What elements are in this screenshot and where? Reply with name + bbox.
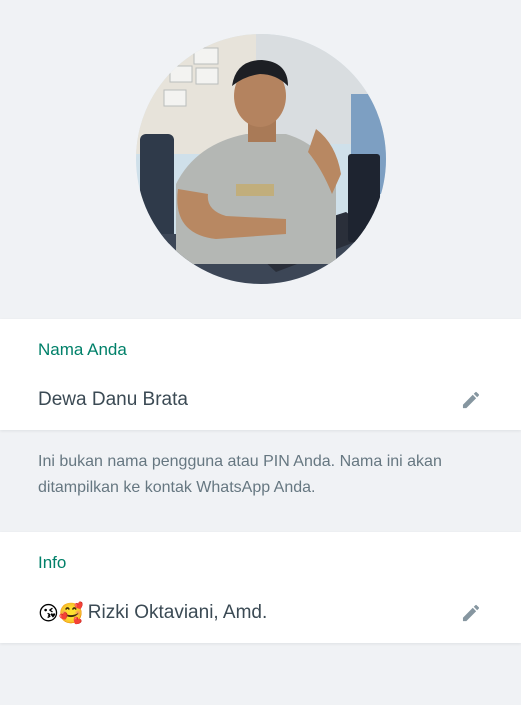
info-value: Rizki Oktaviani, Amd. [87, 602, 268, 623]
info-emoji: 😘🥰 [38, 601, 84, 625]
name-section-label: Nama Anda [38, 340, 127, 359]
profile-page: Nama Anda Dewa Danu Brata Ini bukan nama… [0, 0, 521, 705]
info-section-label: Info [38, 553, 67, 572]
pencil-icon [462, 604, 480, 622]
edit-name-button[interactable] [459, 388, 483, 412]
info-card: Info 😘🥰 Rizki Oktaviani, Amd. [0, 532, 521, 643]
name-hint-text: Ini bukan nama pengguna atau PIN Anda. N… [38, 453, 442, 496]
pencil-icon [462, 391, 480, 409]
edit-info-button[interactable] [459, 601, 483, 625]
name-card: Nama Anda Dewa Danu Brata [0, 319, 521, 430]
name-value: Dewa Danu Brata [38, 389, 188, 410]
name-value-row: Dewa Danu Brata [38, 386, 483, 414]
profile-photo[interactable] [136, 34, 386, 284]
info-value-row: 😘🥰 Rizki Oktaviani, Amd. [38, 599, 483, 627]
profile-photo-image [136, 34, 386, 284]
